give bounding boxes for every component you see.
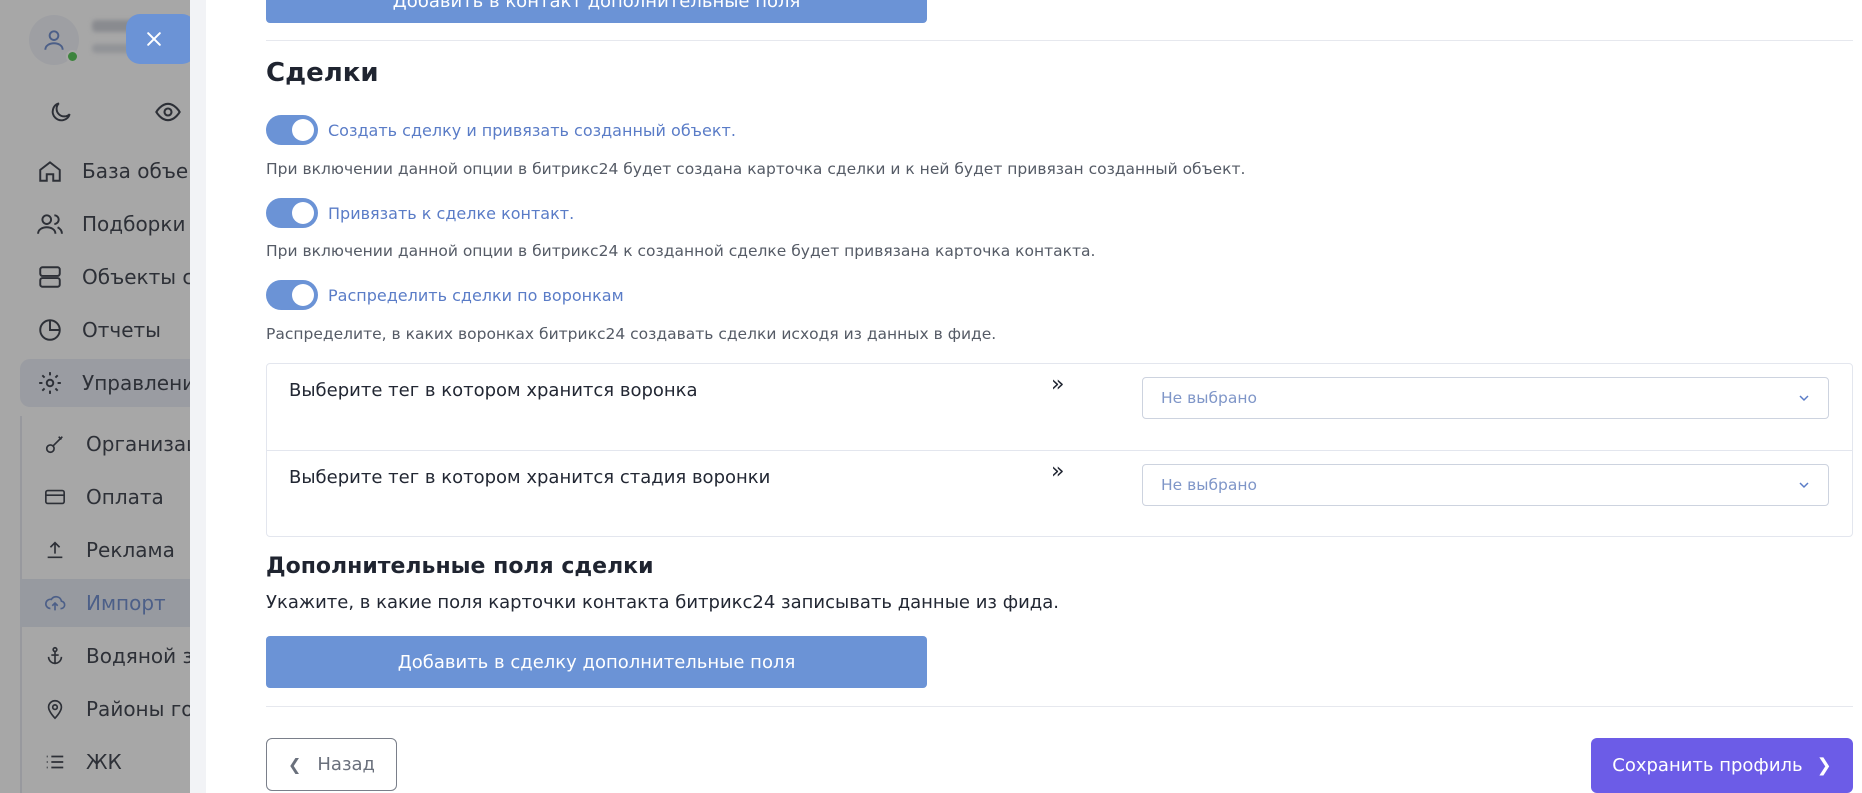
pipeline-mapping-box: Выберите тег в котором хранится воронка … <box>266 363 1853 537</box>
mapping-row-stage: Выберите тег в котором хранится стадия в… <box>267 450 1852 536</box>
toggle-knob <box>292 284 314 306</box>
settings-drawer: Добавить в контакт дополнительные поля С… <box>190 0 1862 793</box>
back-button[interactable]: ❮ Назад <box>266 738 397 791</box>
toggle-label[interactable]: Распределить сделки по воронкам <box>328 286 624 305</box>
help-text: При включении данной опции в битрикс24 б… <box>266 160 1246 178</box>
divider <box>266 40 1853 41</box>
toggle-knob <box>292 119 314 141</box>
divider <box>266 706 1853 707</box>
toggle-row-bind-contact: Привязать к сделке контакт. <box>266 198 574 228</box>
create-deal-toggle[interactable] <box>266 115 318 145</box>
extra-fields-title: Дополнительные поля сделки <box>266 554 654 579</box>
double-arrow-icon: » <box>1051 372 1065 397</box>
toggle-knob <box>292 202 314 224</box>
back-button-label: Назад <box>317 754 376 775</box>
close-icon <box>147 32 161 46</box>
toggle-label[interactable]: Привязать к сделке контакт. <box>328 204 574 223</box>
mapping-label: Выберите тег в котором хранится воронка <box>289 380 698 401</box>
chevron-left-icon: ❮ <box>287 755 302 774</box>
toggle-label[interactable]: Создать сделку и привязать созданный объ… <box>328 121 736 140</box>
close-drawer-button[interactable] <box>126 14 196 64</box>
extra-fields-description: Укажите, в какие поля карточки контакта … <box>266 592 1059 613</box>
toggle-row-distribute: Распределить сделки по воронкам <box>266 280 624 310</box>
save-button-label: Сохранить профиль <box>1612 755 1803 776</box>
toggle-row-create-deal: Создать сделку и привязать созданный объ… <box>266 115 736 145</box>
pipeline-tag-select[interactable]: Не выбрано <box>1142 377 1829 419</box>
mapping-label: Выберите тег в котором хранится стадия в… <box>289 467 771 488</box>
select-value: Не выбрано <box>1161 476 1258 494</box>
section-title: Сделки <box>266 58 379 88</box>
chevron-down-icon <box>1799 395 1809 402</box>
drawer-content: Добавить в контакт дополнительные поля С… <box>266 0 1853 793</box>
chevron-down-icon <box>1799 482 1809 489</box>
mapping-row-pipeline: Выберите тег в котором хранится воронка … <box>267 364 1852 450</box>
help-text: При включении данной опции в битрикс24 к… <box>266 242 1096 260</box>
chevron-right-icon: ❯ <box>1816 755 1832 776</box>
double-arrow-icon: » <box>1051 459 1065 484</box>
add-contact-fields-button[interactable]: Добавить в контакт дополнительные поля <box>266 0 927 23</box>
save-profile-button[interactable]: Сохранить профиль ❯ <box>1591 738 1853 793</box>
help-text: Распределите, в каких воронках битрикс24… <box>266 325 997 343</box>
distribute-deals-toggle[interactable] <box>266 280 318 310</box>
select-value: Не выбрано <box>1161 389 1258 407</box>
bind-contact-toggle[interactable] <box>266 198 318 228</box>
stage-tag-select[interactable]: Не выбрано <box>1142 464 1829 506</box>
add-deal-fields-button[interactable]: Добавить в сделку дополнительные поля <box>266 636 927 688</box>
